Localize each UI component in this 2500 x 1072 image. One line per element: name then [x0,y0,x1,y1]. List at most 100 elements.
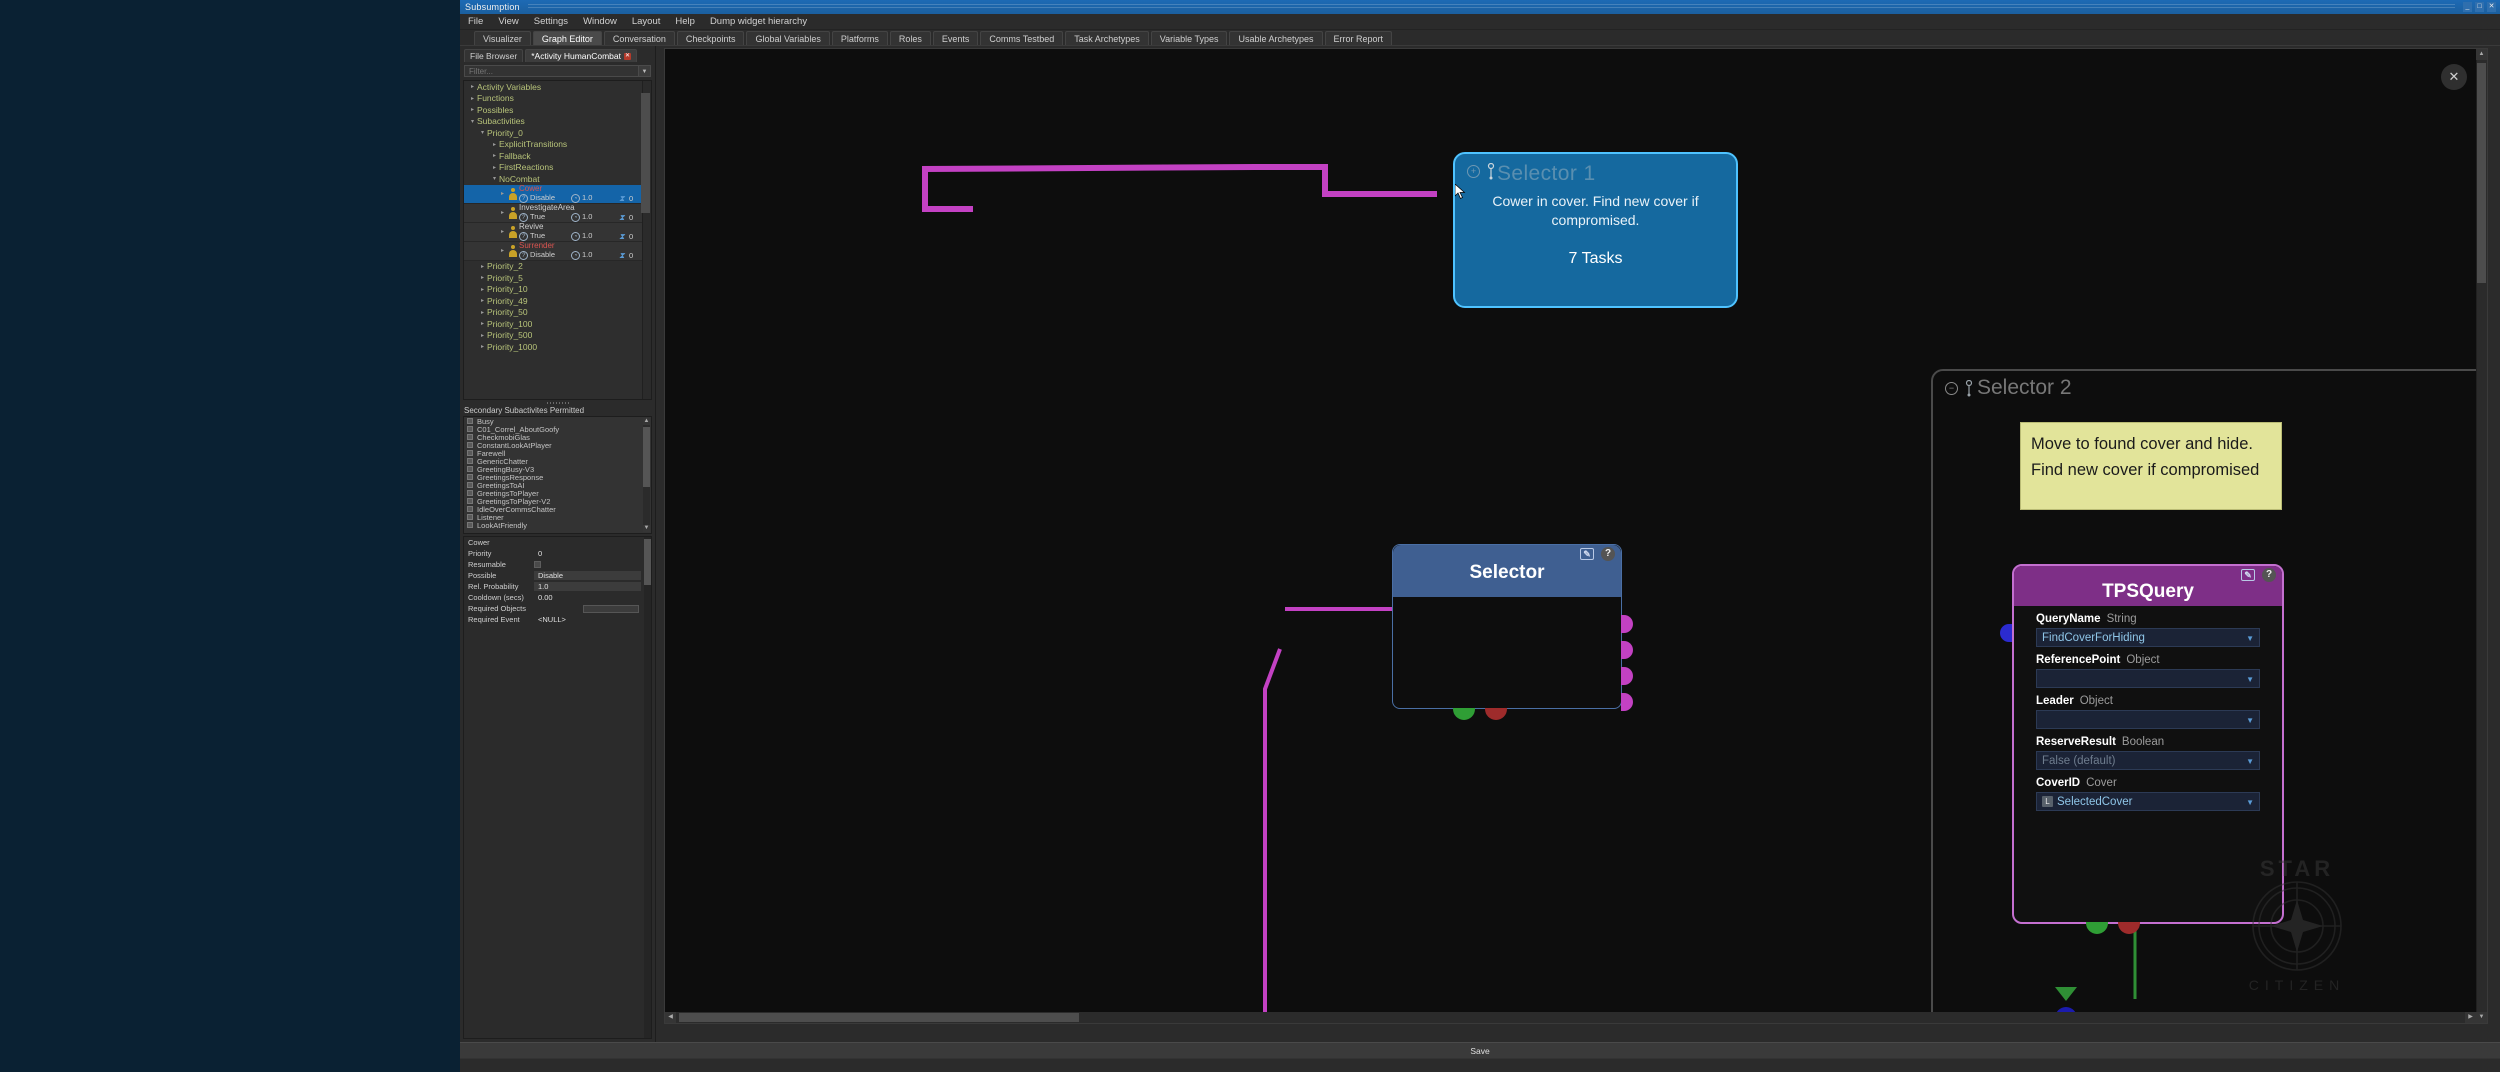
chevron-right-icon[interactable]: ▸ [468,106,477,113]
chevron-right-icon[interactable]: ▸ [478,332,487,339]
tools-icon[interactable]: ✕ [2441,64,2467,90]
maximize-button[interactable]: □ [2475,2,2484,12]
tree-item-functions[interactable]: ▸ Functions [464,93,651,105]
tab-error-report[interactable]: Error Report [1325,31,1393,45]
property-scrollbar[interactable] [644,537,651,1038]
checkbox[interactable] [467,450,473,456]
referencepoint-dropdown[interactable]: ▼ [2036,669,2260,688]
property-value[interactable]: 0.00 [534,593,641,602]
tab-global-variables[interactable]: Global Variables [746,31,829,45]
checkbox[interactable] [467,474,473,480]
tab-usable-archetypes[interactable]: Usable Archetypes [1229,31,1322,45]
coverid-dropdown[interactable]: L SelectedCover ▼ [2036,792,2260,811]
chevron-right-icon[interactable]: ▸ [478,274,487,281]
checkbox[interactable] [467,514,473,520]
checkbox[interactable] [467,522,473,528]
property-value[interactable]: 0 [534,549,641,558]
tab-comms-testbed[interactable]: Comms Testbed [980,31,1063,45]
menu-file[interactable]: File [468,16,483,27]
reserveresult-dropdown[interactable]: False (default) ▼ [2036,751,2260,770]
scroll-down-icon[interactable]: ▼ [643,525,650,532]
canvas-vscroll-thumb[interactable] [2477,63,2486,283]
chevron-down-icon[interactable]: ▼ [638,66,650,76]
checkbox[interactable] [467,490,473,496]
queryname-dropdown[interactable]: FindCoverForHiding ▼ [2036,628,2260,647]
property-row-required-objects[interactable]: Required Objects [464,603,651,614]
chevron-right-icon[interactable]: ▸ [498,190,507,197]
pin-icon[interactable] [1487,163,1495,180]
menu-dump-widget-hierarchy[interactable]: Dump widget hierarchy [710,16,807,27]
chevron-right-icon[interactable]: ▸ [478,297,487,304]
checkbox[interactable] [467,434,473,440]
close-icon[interactable]: ✕ [624,53,631,60]
filter-input[interactable] [465,66,638,77]
task-row-revive[interactable]: ▸ Revive ?True ◔1.0 ⧗0 [464,223,651,242]
checkbox[interactable] [467,442,473,448]
tree-item-priority-5[interactable]: ▸ Priority_5 [464,272,651,284]
chevron-right-icon[interactable]: ▸ [478,343,487,350]
property-scrollbar-thumb[interactable] [644,539,651,585]
scroll-right-icon[interactable]: ▶ [2465,1012,2476,1023]
leader-dropdown[interactable]: ▼ [2036,710,2260,729]
task-row-surrender[interactable]: ▸ Surrender ?Disable ◔1.0 ⧗0 [464,242,651,261]
task-row-cower[interactable]: ▸ Cower ?Disable ◔1.0 ⧗0 [464,185,651,204]
chevron-right-icon[interactable]: ▸ [468,95,477,102]
property-value[interactable]: 1.0 [534,582,641,591]
edit-icon[interactable]: ✎ [2241,569,2255,581]
checkbox[interactable] [467,506,473,512]
tree-item-priority-49[interactable]: ▸ Priority_49 [464,295,651,307]
checkbox[interactable] [467,418,473,424]
chevron-right-icon[interactable]: ▸ [478,286,487,293]
tab-file-browser[interactable]: File Browser [464,49,523,62]
tab-checkpoints[interactable]: Checkpoints [677,31,745,45]
tab-graph-editor[interactable]: Graph Editor [533,31,602,45]
property-value[interactable]: Disable [534,571,641,580]
property-row-priority[interactable]: Priority 0 [464,548,651,559]
secondary-subactivities-list[interactable]: Busy C01_Correl_AboutGoofy CheckmobiGlas… [463,416,652,534]
property-row-possible[interactable]: Possible Disable [464,570,651,581]
chevron-down-icon[interactable]: ▾ [490,175,499,182]
chevron-right-icon[interactable]: ▸ [490,164,499,171]
tab-visualizer[interactable]: Visualizer [474,31,531,45]
chevron-right-icon[interactable]: ▸ [498,228,507,235]
checkbox[interactable] [467,482,473,488]
chevron-right-icon[interactable]: ▸ [478,263,487,270]
chevron-right-icon[interactable]: ▸ [468,83,477,90]
collapse-expand-icon[interactable]: − [1945,382,1958,395]
chevron-down-icon[interactable]: ▾ [478,129,487,136]
chevron-right-icon[interactable]: ▸ [498,247,507,254]
chevron-right-icon[interactable]: ▸ [490,141,499,148]
chevron-right-icon[interactable]: ▸ [498,209,507,216]
scroll-down-icon[interactable]: ▼ [2476,1012,2487,1023]
node-selector[interactable]: ✎ ? Selector [1392,544,1622,709]
tab-roles[interactable]: Roles [890,31,931,45]
tree-item-activity-variables[interactable]: ▸ Activity Variables [464,81,651,93]
property-value[interactable]: <NULL> [534,615,641,624]
tree-item-explicit-transitions[interactable]: ▸ ExplicitTransitions [464,139,651,151]
sticky-note[interactable]: Move to found cover and hide. Find new c… [2020,422,2282,510]
scroll-up-icon[interactable]: ▲ [2476,49,2487,60]
chevron-down-icon[interactable]: ▼ [2246,675,2254,684]
tab-activity-humancombat[interactable]: *Activity HumanCombat ✕ [525,49,637,62]
tree-item-fallback[interactable]: ▸ Fallback [464,150,651,162]
tree-item-priority-100[interactable]: ▸ Priority_100 [464,318,651,330]
tree-item-priority-500[interactable]: ▸ Priority_500 [464,330,651,342]
menu-layout[interactable]: Layout [632,16,661,27]
tree-item-nocombat[interactable]: ▾ NoCombat [464,173,651,185]
chevron-down-icon[interactable]: ▼ [2246,634,2254,643]
property-row-resumable[interactable]: Resumable [464,559,651,570]
property-row-required-event[interactable]: Required Event <NULL> [464,614,651,625]
chevron-right-icon[interactable]: ▸ [490,152,499,159]
tree-item-priority-10[interactable]: ▸ Priority_10 [464,284,651,296]
tab-variable-types[interactable]: Variable Types [1151,31,1228,45]
tree-scrollbar[interactable] [642,81,651,399]
menu-help[interactable]: Help [675,16,695,27]
chevron-down-icon[interactable]: ▾ [468,118,477,125]
collapse-expand-icon[interactable]: + [1467,165,1480,178]
list-scrollbar-thumb[interactable] [643,427,650,487]
canvas-hscroll-thumb[interactable] [679,1013,1079,1022]
tab-task-archetypes[interactable]: Task Archetypes [1065,31,1149,45]
checkbox[interactable] [467,498,473,504]
graph-canvas[interactable]: ✕ + Selector 1 Cower in cover. Find new … [664,48,2488,1024]
checkbox[interactable] [467,426,473,432]
